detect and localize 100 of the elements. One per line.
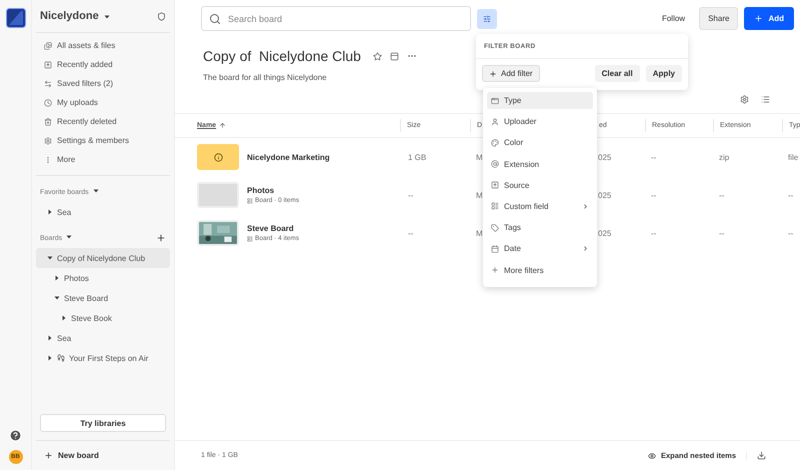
caret-down-icon[interactable] xyxy=(92,188,99,194)
filter-option[interactable]: Uploader xyxy=(487,113,593,130)
caret-right-icon[interactable] xyxy=(47,209,53,215)
filter-option[interactable]: Type xyxy=(487,92,593,109)
board-tree-item[interactable]: Sea xyxy=(36,328,170,348)
table-cell-text: -- xyxy=(787,190,794,200)
app-logo[interactable] xyxy=(6,8,26,28)
board-tree-item[interactable]: Your First Steps on Air xyxy=(36,348,170,368)
nav-item[interactable]: More xyxy=(36,150,170,169)
filter-option[interactable]: Tags xyxy=(487,219,593,236)
star-icon[interactable] xyxy=(372,52,382,60)
clock-icon xyxy=(44,98,52,106)
search-icon xyxy=(209,13,221,25)
sliders-icon xyxy=(483,14,491,24)
layout-icon[interactable] xyxy=(390,52,399,60)
board-tree-item[interactable]: Steve Book xyxy=(36,308,170,328)
table-cell-text: -- xyxy=(718,190,726,200)
nav-item[interactable]: Saved filters (2) xyxy=(36,74,170,93)
caret-right-icon[interactable] xyxy=(61,315,67,321)
table-cell-text: -- xyxy=(650,228,658,238)
row-name[interactable]: Steve Board xyxy=(247,224,300,233)
filter-option[interactable]: More filters xyxy=(487,262,593,278)
row-name[interactable]: Nicelydone Marketing xyxy=(247,152,330,162)
shield-icon[interactable] xyxy=(157,12,166,20)
try-libraries-button[interactable]: Try libraries xyxy=(40,414,166,432)
filter-option[interactable]: Date xyxy=(487,240,593,258)
table-cell-text: -- xyxy=(787,228,794,238)
board-tree-item[interactable]: Sea xyxy=(36,202,170,222)
list-icon xyxy=(491,202,499,210)
add-filter-button[interactable]: Add filter xyxy=(482,65,540,82)
tag-icon xyxy=(491,224,499,232)
table-cell-text: -- xyxy=(407,228,414,238)
nav-item[interactable]: Settings & members xyxy=(36,131,170,150)
filter-option[interactable]: Source xyxy=(487,176,593,194)
table-cell-text: -- xyxy=(650,190,658,200)
workspace-name[interactable]: Nicelydone xyxy=(40,10,99,22)
palette-icon xyxy=(491,138,499,147)
caret-down-icon[interactable] xyxy=(104,14,110,20)
table-cell-text: file xyxy=(787,152,800,162)
nav-item[interactable]: Recently added xyxy=(36,55,170,74)
swap-arrows-icon xyxy=(44,80,52,88)
eye-icon xyxy=(648,452,656,460)
follow-button[interactable]: Follow xyxy=(654,14,694,23)
info-icon xyxy=(214,152,222,162)
window-icon xyxy=(491,96,499,104)
add-button[interactable]: Add xyxy=(744,7,794,30)
list-icon[interactable] xyxy=(761,95,770,104)
filter-option[interactable]: Custom field xyxy=(487,198,593,215)
filter-button[interactable] xyxy=(477,8,497,28)
table-cell-text: 025 xyxy=(597,190,612,200)
table-cell-text: -- xyxy=(650,152,658,162)
add-icon[interactable] xyxy=(156,233,166,243)
table-cell-text: 025 xyxy=(597,152,612,162)
caret-down-icon[interactable] xyxy=(54,295,60,301)
caret-down-icon[interactable] xyxy=(47,255,53,261)
plus-icon xyxy=(44,451,53,460)
row-name[interactable]: Photos xyxy=(247,186,300,195)
calendar-icon xyxy=(491,244,499,253)
clear-all-button[interactable]: Clear all xyxy=(594,65,640,82)
table-cell-text: 1 GB xyxy=(407,152,428,162)
table-cell-text: M xyxy=(475,228,484,238)
sort-arrow-icon xyxy=(219,122,226,129)
nav-item[interactable]: All assets & files xyxy=(36,36,170,55)
nav-item[interactable]: My uploads xyxy=(36,93,170,112)
board-icon xyxy=(247,236,253,242)
caret-right-icon[interactable] xyxy=(54,275,60,281)
plus-icon xyxy=(489,70,497,78)
nav-item[interactable]: Recently deleted xyxy=(36,112,170,131)
caret-down-icon[interactable] xyxy=(66,234,72,240)
board-tree-item[interactable]: Steve Board xyxy=(36,288,170,308)
board-icon xyxy=(247,198,253,204)
settings-icon[interactable] xyxy=(740,95,749,104)
table-cell-text: M xyxy=(475,190,484,200)
plus-icon xyxy=(754,14,764,23)
caret-right-icon[interactable] xyxy=(47,355,53,361)
apply-button[interactable]: Apply xyxy=(646,65,682,82)
plus-icon xyxy=(491,266,499,274)
table-cell-text: M xyxy=(475,152,484,162)
trash-icon xyxy=(44,118,52,126)
table-cell-text: -- xyxy=(718,228,726,238)
table-cell-text: zip xyxy=(718,152,730,162)
thumbnail xyxy=(197,182,239,208)
filter-option[interactable]: Extension xyxy=(487,156,593,173)
settings-icon xyxy=(44,136,52,144)
download-icon[interactable] xyxy=(757,451,766,460)
search-field[interactable]: Search board xyxy=(201,6,471,31)
help-icon[interactable] xyxy=(9,429,22,442)
new-board-button[interactable]: New board xyxy=(36,440,170,470)
board-description: The board for all things Nicelydone xyxy=(203,73,327,82)
board-tree-item[interactable]: Photos xyxy=(36,268,170,288)
filter-option[interactable]: Color xyxy=(487,134,593,152)
user-icon xyxy=(491,118,499,126)
upload-icon xyxy=(44,60,52,68)
upload-icon xyxy=(491,181,499,190)
share-button[interactable]: Share xyxy=(699,7,738,30)
board-tree-item[interactable]: Copy of Nicelydone Club xyxy=(36,248,170,268)
caret-right-icon[interactable] xyxy=(47,335,53,341)
table-cell-text: 025 xyxy=(597,228,612,238)
board-title: Copy of Nicelydone Club xyxy=(203,48,361,64)
table-cell-text: -- xyxy=(407,190,414,200)
